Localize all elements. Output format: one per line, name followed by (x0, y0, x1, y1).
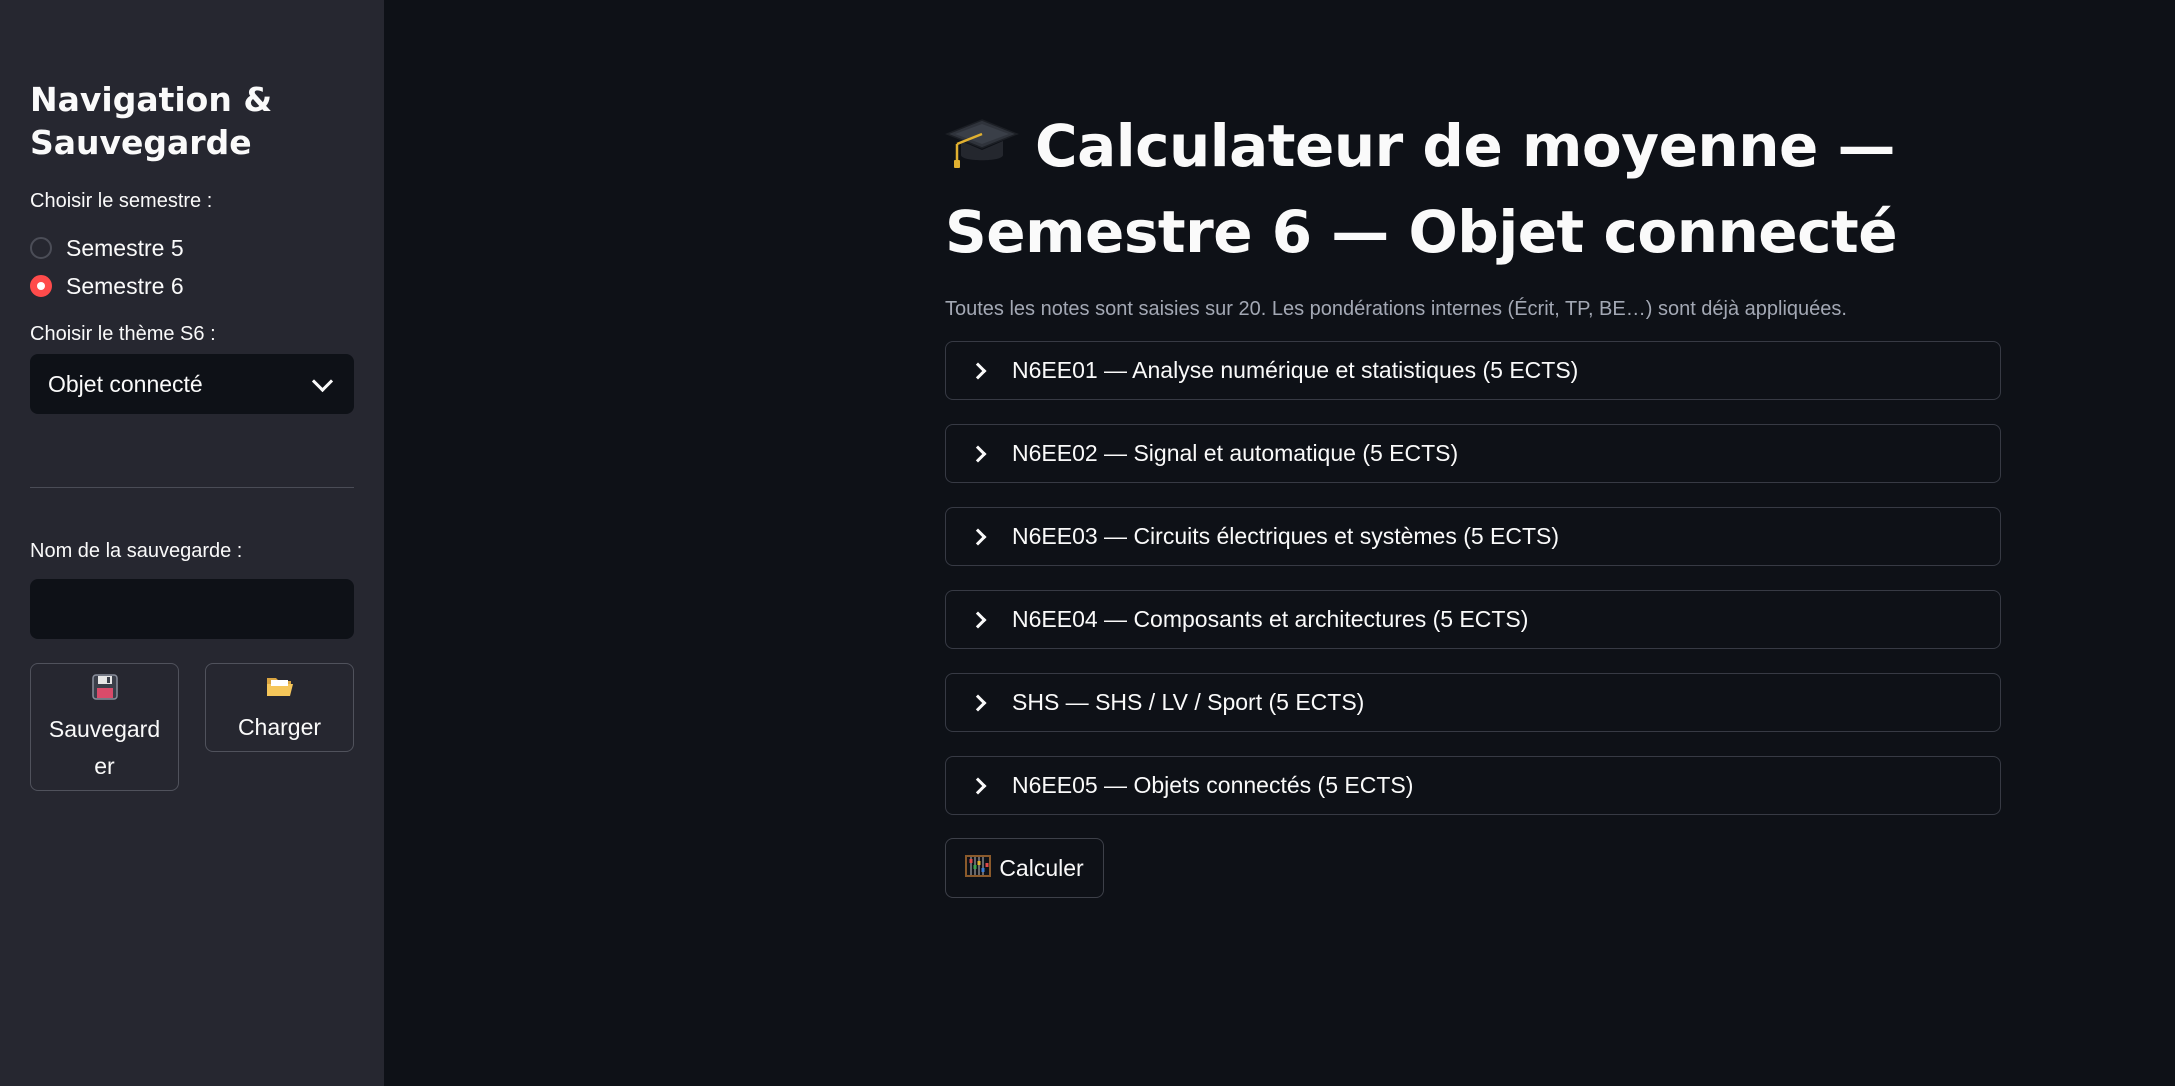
expander-label: N6EE03 — Circuits électriques et système… (1012, 523, 1560, 549)
expander-label: N6EE02 — Signal et automatique (5 ECTS) (1012, 440, 1459, 466)
open-folder-icon (266, 674, 294, 705)
expander-label: N6EE01 — Analyse numérique et statistiqu… (1012, 357, 1579, 383)
sidebar-divider (30, 487, 354, 488)
expander-n6ee05[interactable]: N6EE05 — Objets connectés (5 ECTS) (945, 756, 2001, 815)
save-button[interactable]: Sauvegarder (30, 663, 179, 791)
save-name-input[interactable] (30, 579, 354, 639)
chevron-right-icon (969, 528, 987, 545)
expander-label: N6EE05 — Objets connectés (5 ECTS) (1012, 772, 1414, 798)
semester-label: Choisir le semestre : (30, 190, 213, 212)
page-title-line2: Semestre 6 — Objet connecté (945, 198, 1898, 266)
radio-semester-5[interactable]: Semestre 5 (30, 229, 354, 267)
radio-semester-6[interactable]: Semestre 6 (30, 267, 354, 305)
sidebar-title: Navigation & Sauvegarde (30, 80, 273, 162)
app: Navigation & Sauvegarde Choisir le semes… (0, 0, 2175, 1086)
radio-label: Semestre 6 (66, 272, 184, 299)
expander-n6ee04[interactable]: N6EE04 — Composants et architectures (5 … (945, 590, 2001, 649)
chevron-down-icon (311, 370, 334, 392)
calculate-button[interactable]: Calculer (945, 838, 1104, 898)
theme-select[interactable]: Objet connecté (30, 354, 354, 414)
abacus-icon (965, 854, 992, 882)
calculate-button-label: Calculer (999, 854, 1084, 881)
expander-n6ee03[interactable]: N6EE03 — Circuits électriques et système… (945, 507, 2001, 566)
chevron-right-icon (969, 362, 987, 379)
page-title: Calculateur de moyenne — Semestre 6 — Ob… (944, 106, 2001, 272)
content-column: Calculateur de moyenne — Semestre 6 — Ob… (944, 106, 2001, 898)
chevron-right-icon (969, 777, 987, 794)
radio-circle-unchecked[interactable] (30, 237, 52, 259)
save-load-buttons: Sauvegarder Charger (30, 663, 354, 791)
radio-label: Semestre 5 (66, 234, 184, 261)
theme-select-value: Objet connecté (48, 370, 203, 397)
save-button-label: Sauvegarder (48, 716, 161, 779)
sidebar: Navigation & Sauvegarde Choisir le semes… (0, 0, 384, 1086)
load-button[interactable]: Charger (205, 663, 354, 752)
chevron-right-icon (969, 694, 987, 711)
semester-radio-group: Semestre 5 Semestre 6 (30, 229, 354, 305)
chevron-right-icon (969, 611, 987, 628)
caption-text: Toutes les notes sont saisies sur 20. Le… (945, 298, 1847, 320)
expander-list: N6EE01 — Analyse numérique et statistiqu… (945, 341, 2001, 815)
page-title-line1: Calculateur de moyenne — (1035, 112, 1896, 180)
save-name-label: Nom de la sauvegarde : (30, 540, 243, 562)
expander-label: SHS — SHS / LV / Sport (5 ECTS) (1012, 689, 1365, 715)
radio-circle-checked[interactable] (30, 275, 52, 297)
expander-n6ee01[interactable]: N6EE01 — Analyse numérique et statistiqu… (945, 341, 2001, 400)
theme-label: Choisir le thème S6 : (30, 323, 216, 345)
chevron-right-icon (969, 445, 987, 462)
expander-shs[interactable]: SHS — SHS / LV / Sport (5 ECTS) (945, 673, 2001, 732)
expander-n6ee02[interactable]: N6EE02 — Signal et automatique (5 ECTS) (945, 424, 2001, 483)
load-button-label: Charger (237, 714, 322, 740)
main-content: Calculateur de moyenne — Semestre 6 — Ob… (384, 0, 2175, 1086)
floppy-disk-icon (91, 674, 118, 707)
expander-label: N6EE04 — Composants et architectures (5 … (1012, 606, 1529, 632)
graduation-cap-icon (944, 112, 1020, 192)
